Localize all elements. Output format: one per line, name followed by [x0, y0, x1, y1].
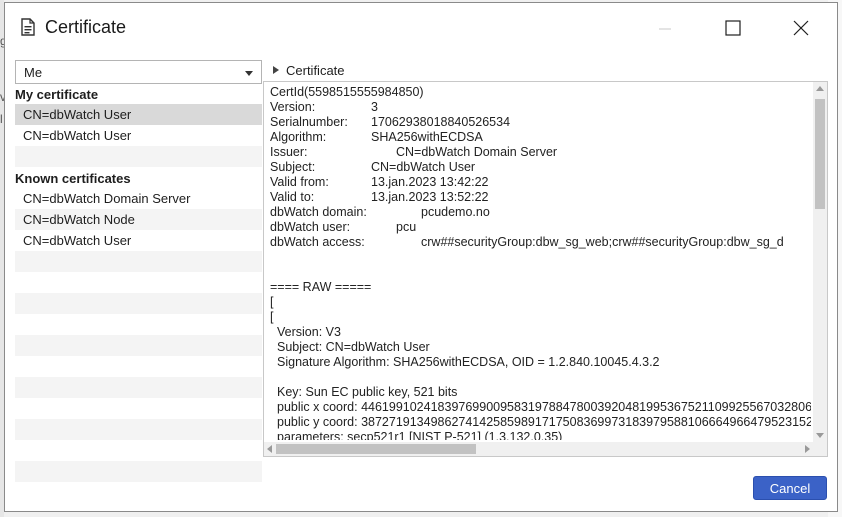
field-label: dbWatch access: [270, 235, 365, 249]
list-row-empty [15, 440, 262, 461]
scroll-corner [813, 442, 827, 456]
field-label: Valid from: [270, 175, 329, 189]
field-label: Valid to: [270, 190, 315, 204]
field-row: dbWatch user: pcu [270, 220, 811, 235]
field-label: dbWatch domain: [270, 205, 367, 219]
certificate-tree-node[interactable]: Certificate [273, 63, 345, 78]
list-item-known-cert[interactable]: CN=dbWatch Node [15, 209, 262, 230]
title-bar[interactable]: Certificate [5, 3, 837, 51]
list-row-empty [15, 356, 262, 377]
field-row: dbWatch domain: pcudemo.no [270, 205, 811, 220]
vertical-scrollbar[interactable] [813, 82, 827, 442]
field-value: SHA256withECDSA [371, 130, 483, 144]
cancel-button[interactable]: Cancel [753, 476, 827, 500]
window-title: Certificate [45, 17, 127, 37]
list-item-my-cert[interactable]: CN=dbWatch User [15, 125, 262, 146]
raw-header: ==== RAW ===== [270, 280, 372, 294]
raw-subject: Subject: CN=dbWatch User [277, 340, 430, 354]
field-label: Issuer: [270, 145, 308, 159]
certificate-document-icon [21, 18, 35, 36]
known-certificates-header: Known certificates [15, 171, 131, 186]
field-value: 17062938018840526534 [371, 115, 511, 129]
list-row-empty [15, 482, 262, 503]
identity-select-value: Me [24, 65, 43, 80]
field-label: Serialnumber: [270, 115, 348, 129]
field-value: CN=dbWatch User [371, 160, 476, 174]
expand-arrow-icon[interactable] [273, 66, 279, 74]
field-row: Valid to: 13.jan.2023 13:52:22 [270, 190, 811, 205]
certificate-list: My certificate CN=dbWatch User CN=dbWatc… [15, 85, 262, 503]
scroll-left-icon[interactable] [267, 445, 272, 453]
raw-version: Version: V3 [277, 325, 341, 339]
raw-bracket: [ [270, 310, 274, 324]
list-row-empty [15, 398, 262, 419]
field-label: Algorithm: [270, 130, 327, 144]
list-row-empty [15, 293, 262, 314]
list-row-empty [15, 146, 262, 167]
raw-public-x: public x coord: 446199102418397699009583… [277, 400, 811, 414]
vertical-scroll-thumb[interactable] [815, 99, 825, 209]
raw-parameters: parameters: secp521r1 [NIST P-521] (1.3.… [277, 430, 563, 440]
certificate-dialog: Certificate Me My certificate CN=dbWatch… [4, 2, 838, 512]
list-row-empty [15, 314, 262, 335]
list-row-empty [15, 335, 262, 356]
field-value: 13.jan.2023 13:52:22 [371, 190, 489, 204]
field-label: Subject: [270, 160, 316, 174]
field-row: Version: 3 [270, 100, 811, 115]
scroll-up-icon[interactable] [816, 86, 824, 91]
scroll-right-icon[interactable] [805, 445, 810, 453]
maximize-icon[interactable] [713, 11, 753, 45]
list-item-known-cert[interactable]: CN=dbWatch User [15, 230, 262, 251]
field-value: CN=dbWatch Domain Server [396, 145, 558, 159]
field-value: 13.jan.2023 13:42:22 [371, 175, 489, 189]
list-row-empty [15, 377, 262, 398]
certificate-details-text[interactable]: CertId(5598515555984850) Version: 3 Seria… [263, 81, 828, 457]
cert-id: CertId(5598515555984850) [270, 85, 424, 99]
field-row: Serialnumber: 17062938018840526534 [270, 115, 811, 130]
list-item-known-cert[interactable]: CN=dbWatch Domain Server [15, 188, 262, 209]
identity-select[interactable]: Me [15, 60, 262, 84]
list-row-empty [15, 272, 262, 293]
field-value: crw##securityGroup:dbw_sg_web;crw##secur… [421, 235, 784, 249]
field-row: Algorithm: SHA256withECDSA [270, 130, 811, 145]
field-value: pcudemo.no [421, 205, 490, 219]
background-glyph: l [0, 112, 3, 126]
tree-node-label: Certificate [286, 63, 345, 78]
list-row-empty [15, 251, 262, 272]
raw-public-y: public y coord: 387271913498627414258598… [277, 415, 811, 429]
field-row: Valid from: 13.jan.2023 13:42:22 [270, 175, 811, 190]
my-certificate-header: My certificate [15, 87, 99, 102]
minimize-icon[interactable] [645, 11, 685, 45]
scroll-down-icon[interactable] [816, 433, 824, 438]
chevron-down-icon[interactable] [245, 71, 253, 76]
field-value: 3 [371, 100, 378, 114]
field-row: Subject: CN=dbWatch User [270, 160, 811, 175]
field-label: Version: [270, 100, 316, 114]
field-value: pcu [396, 220, 417, 234]
raw-signature-algorithm: Signature Algorithm: SHA256withECDSA, OI… [277, 355, 660, 369]
close-icon[interactable] [781, 11, 821, 45]
list-item-my-cert[interactable]: CN=dbWatch User [15, 104, 262, 125]
horizontal-scroll-thumb[interactable] [276, 444, 476, 454]
horizontal-scrollbar[interactable] [264, 442, 813, 456]
field-row: Issuer: CN=dbWatch Domain Server [270, 145, 811, 160]
field-label: dbWatch user: [270, 220, 351, 234]
list-row-empty [15, 419, 262, 440]
raw-key: Key: Sun EC public key, 521 bits [277, 385, 458, 399]
list-row-empty [15, 461, 262, 482]
field-row: dbWatch access: crw##securityGroup:dbw_sg… [270, 235, 811, 250]
raw-bracket: [ [270, 295, 274, 309]
